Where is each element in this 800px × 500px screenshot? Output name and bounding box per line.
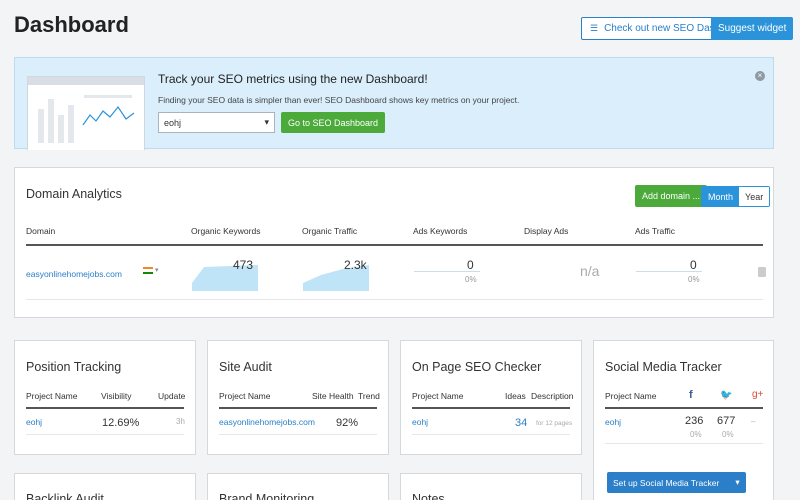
on-page-seo-title: On Page SEO Checker [412, 360, 542, 374]
site-audit-card: Site Audit Project Name Site Health Tren… [207, 340, 389, 455]
setup-social-tracker-label: Set up Social Media Tracker [613, 477, 720, 488]
table-row: eohj 34 for 12 pages [412, 412, 573, 435]
domain-analytics-title: Domain Analytics [26, 187, 122, 201]
project-link[interactable]: eohj [412, 417, 428, 427]
table-row: easyonlinehomejobs.com ▾ 473 2.3k 0 0% n… [26, 250, 766, 300]
col-ideas: Ideas [505, 391, 526, 401]
india-flag-icon[interactable] [143, 267, 153, 274]
notes-title: Notes [412, 492, 445, 500]
position-tracking-title: Position Tracking [26, 360, 122, 374]
social-header: Project Name f 🐦 g+ [605, 389, 764, 409]
table-row: eohj 236 0% 677 0% – [605, 412, 763, 444]
period-toggle: Month Year [701, 186, 771, 207]
backlink-audit-card: Backlink Audit [14, 473, 196, 500]
page-title: Dashboard [14, 12, 129, 37]
twitter-icon: 🐦 [720, 390, 733, 401]
backlink-audit-title: Backlink Audit [26, 492, 104, 500]
brand-monitoring-title: Brand Monitoring [219, 492, 315, 500]
col-visibility: Visibility [101, 391, 132, 401]
facebook-pct: 0% [690, 430, 702, 439]
chevron-down-icon: ▾ [264, 117, 269, 127]
on-page-seo-card: On Page SEO Checker Project Name Ideas D… [400, 340, 582, 455]
domain-table-header: Domain Organic Keywords Organic Traffic … [26, 226, 763, 246]
facebook-value: 236 [685, 415, 704, 427]
col-site-health: Site Health [312, 391, 354, 401]
col-ads-keywords: Ads Keywords [413, 226, 468, 236]
col-ads-traffic: Ads Traffic [635, 226, 675, 236]
twitter-value: 677 [717, 415, 736, 427]
project-link[interactable]: easyonlinehomejobs.com [219, 417, 315, 427]
seo-dashboard-banner: Track your SEO metrics using the new Das… [14, 57, 774, 150]
chevron-down-icon: ▾ [735, 477, 740, 487]
domain-link[interactable]: easyonlinehomejobs.com [26, 269, 122, 279]
col-organic-traffic: Organic Traffic [302, 226, 358, 236]
position-tracking-card: Position Tracking Project Name Visibilit… [14, 340, 196, 455]
list-icon: ☰ [590, 23, 599, 33]
site-audit-header: Project Name Site Health Trend [219, 391, 380, 409]
col-description: Description [531, 391, 574, 401]
google-plus-value: – [751, 417, 756, 426]
facebook-icon: f [689, 389, 693, 401]
position-tracking-header: Project Name Visibility Update [26, 391, 186, 409]
col-project-name: Project Name [219, 391, 271, 401]
col-organic-keywords: Organic Keywords [191, 226, 261, 236]
ads-traffic-value[interactable]: 0 [690, 258, 697, 272]
dashboard-illustration [27, 76, 145, 150]
chevron-down-icon[interactable]: ▾ [155, 266, 159, 274]
table-row: eohj 12.69% 3h [26, 412, 185, 435]
project-link[interactable]: eohj [605, 417, 621, 427]
update-value: 3h [176, 417, 185, 426]
social-media-tracker-card: Social Media Tracker Project Name f 🐦 g+… [593, 340, 774, 500]
ads-keywords-value[interactable]: 0 [467, 258, 474, 272]
col-display-ads: Display Ads [524, 226, 569, 236]
close-icon[interactable]: × [755, 71, 765, 81]
col-project-name: Project Name [605, 391, 657, 401]
brand-monitoring-card: Brand Monitoring [207, 473, 389, 500]
twitter-pct: 0% [722, 430, 734, 439]
trash-icon[interactable] [758, 267, 766, 277]
banner-subtitle: Finding your SEO data is simpler than ev… [158, 95, 520, 105]
go-to-seo-dashboard-button[interactable]: Go to SEO Dashboard [281, 112, 386, 133]
on-page-seo-header: Project Name Ideas Description [412, 391, 574, 409]
dashboard-page: { "header": { "title": "Dashboard", "che… [0, 0, 800, 500]
display-ads-value: n/a [580, 263, 600, 279]
project-select[interactable]: eohj ▾ [158, 112, 275, 133]
site-health-value: 92% [336, 417, 359, 429]
col-update: Update [158, 391, 186, 401]
setup-social-tracker-button[interactable]: Set up Social Media Tracker ▾ [607, 472, 746, 493]
table-row: easyonlinehomejobs.com 92% [219, 412, 377, 435]
col-trend: Trend [358, 391, 380, 401]
add-domain-button[interactable]: Add domain ... [635, 185, 708, 207]
col-project-name: Project Name [26, 391, 78, 401]
project-link[interactable]: eohj [26, 417, 42, 427]
ads-keywords-pct: 0% [465, 275, 477, 284]
visibility-value: 12.69% [102, 417, 140, 429]
organic-traffic-value[interactable]: 2.3k [344, 258, 367, 272]
project-select-value: eohj [164, 117, 182, 128]
col-project-name: Project Name [412, 391, 464, 401]
notes-card: Notes [400, 473, 582, 500]
domain-analytics-card: Domain Analytics Add domain ... Month Ye… [14, 167, 774, 318]
site-audit-title: Site Audit [219, 360, 272, 374]
ideas-value[interactable]: 34 [515, 417, 527, 429]
organic-keywords-value[interactable]: 473 [233, 258, 253, 272]
banner-title: Track your SEO metrics using the new Das… [158, 72, 428, 86]
suggest-widget-button[interactable]: Suggest widget [711, 17, 794, 40]
social-media-tracker-title: Social Media Tracker [605, 360, 722, 374]
ads-traffic-pct: 0% [688, 275, 700, 284]
col-domain: Domain [26, 226, 56, 236]
toggle-year[interactable]: Year [739, 187, 770, 206]
google-plus-icon: g+ [752, 389, 764, 400]
description-value: for 12 pages [536, 420, 573, 427]
toggle-month[interactable]: Month [702, 187, 740, 206]
